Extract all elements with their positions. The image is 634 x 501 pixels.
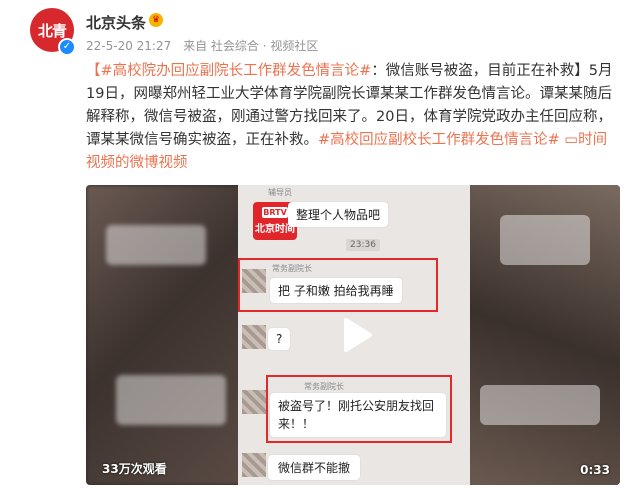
post-meta: 22-5-20 21:27 来自 社会综合 · 视频社区 — [86, 37, 326, 54]
chat-bubble-top: 整理个人物品吧 — [288, 202, 389, 227]
post-time[interactable]: 22-5-20 21:27 — [86, 39, 171, 53]
chat-bubble-vp-2: 被盗号了！刚托公安朋友找回来！！ — [270, 393, 446, 437]
chat-bubble-last: 微信群不能撤 — [268, 455, 361, 480]
play-icon[interactable] — [336, 315, 376, 355]
author-name[interactable]: 北京头条 — [86, 12, 146, 33]
chat-label-vp-1: 常务副院长 — [272, 264, 312, 273]
chat-avatar-2 — [242, 325, 266, 349]
chat-label-vp-2: 常务副院长 — [304, 382, 344, 391]
verified-icon: ✓ — [58, 38, 76, 56]
crown-icon: ♛ — [149, 13, 163, 27]
video-blur-right — [460, 185, 620, 485]
video-duration: 0:33 — [580, 463, 610, 477]
chat-avatar-1 — [242, 269, 266, 293]
brtv-logo-top: BRTV — [262, 207, 288, 218]
chat-bubble-question: ? — [268, 328, 291, 350]
hashtag-2[interactable]: #高校回应副校长工作群发色情言论# — [318, 132, 560, 148]
hashtag-1[interactable]: 【#高校院办回应副院长工作群发色情言论# — [86, 63, 371, 79]
post-text: 【#高校院办回应副院长工作群发色情言论#：微信账号被盗，目前正在补救】5月19日… — [86, 60, 620, 175]
chat-label-counselor: 辅导员 — [268, 188, 292, 197]
view-count: 33万次观看 — [102, 462, 167, 476]
chat-avatar-4 — [242, 453, 266, 477]
chat-bubble-vp-1: 把 子和嫩 拍给我再睡 — [270, 278, 402, 303]
post-source[interactable]: 来自 社会综合 · 视频社区 — [183, 39, 318, 53]
video-player[interactable]: BRTV 北京时间 辅导员 整理个人物品吧 23:36 常务副院长 把 子和嫩 … — [86, 185, 620, 485]
chat-time: 23:36 — [346, 239, 380, 251]
avatar-text: 北青 — [37, 21, 67, 40]
video-blur-left — [86, 185, 246, 485]
chat-avatar-3 — [242, 390, 266, 414]
video-link-icon: ▭ — [564, 132, 579, 148]
